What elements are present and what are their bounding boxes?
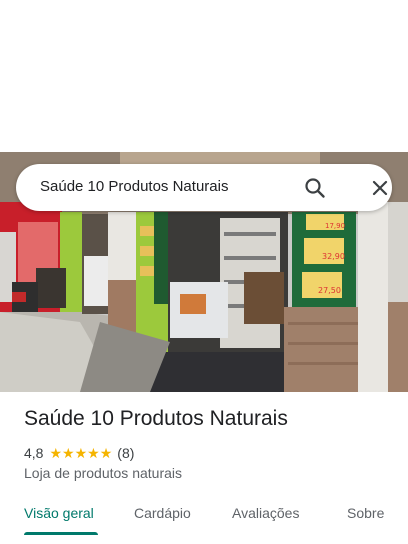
top-blank-area — [0, 0, 408, 152]
active-tab-indicator — [24, 532, 98, 535]
star-icon: ★ — [49, 445, 63, 461]
search-icon[interactable] — [302, 175, 328, 201]
svg-text:17,90: 17,90 — [325, 222, 345, 230]
search-bar[interactable]: Saúde 10 Produtos Naturais — [16, 164, 392, 211]
star-icon: ★ — [62, 445, 75, 461]
svg-text:27,50: 27,50 — [318, 286, 341, 295]
star-icon: ★ — [87, 445, 100, 461]
place-tabs: Visão geral Cardápio Avaliações Sobre — [0, 492, 408, 544]
close-icon[interactable] — [367, 175, 393, 201]
place-title: Saúde 10 Produtos Naturais — [24, 407, 288, 430]
review-count[interactable]: (8) — [117, 445, 134, 461]
rating-row[interactable]: 4,8 ★ ★ ★ ★ ★ (8) — [24, 444, 134, 462]
star-rating: ★ ★ ★ ★ ★ — [49, 446, 112, 460]
star-icon: ★ — [99, 445, 113, 461]
tab-about[interactable]: Sobre — [347, 505, 384, 521]
rating-value: 4,8 — [24, 445, 44, 461]
svg-text:32,90: 32,90 — [322, 252, 345, 261]
place-category: Loja de produtos naturais — [24, 465, 182, 481]
tab-overview[interactable]: Visão geral — [24, 505, 94, 521]
tab-reviews[interactable]: Avaliações — [232, 505, 299, 521]
tab-menu[interactable]: Cardápio — [134, 505, 191, 521]
star-icon: ★ — [74, 445, 88, 461]
search-query-text[interactable]: Saúde 10 Produtos Naturais — [40, 178, 228, 195]
